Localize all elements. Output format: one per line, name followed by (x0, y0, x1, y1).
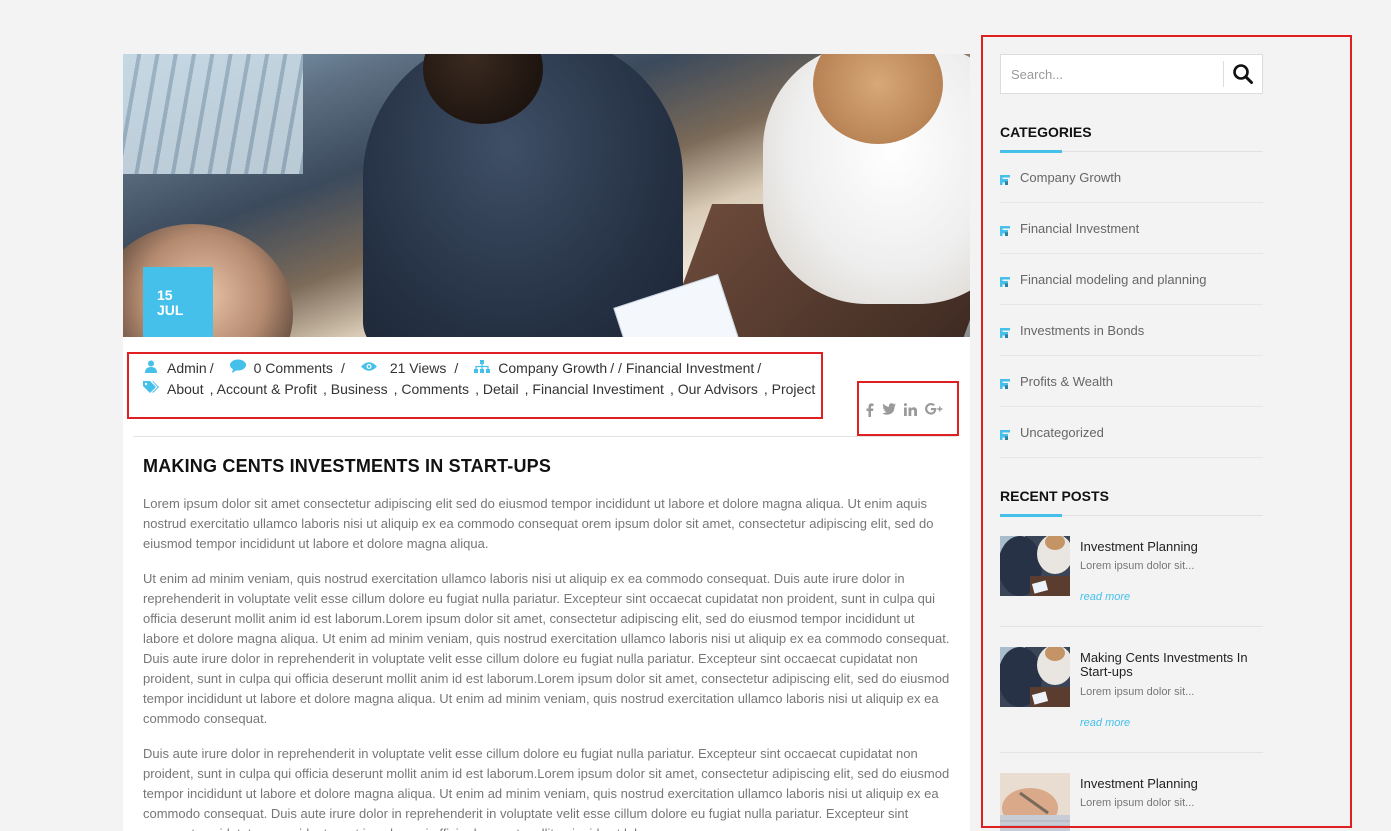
annotation-box-meta (127, 352, 823, 419)
date-badge: 15 JUL (143, 267, 213, 337)
annotation-box-sidebar (981, 35, 1352, 828)
post-paragraph: Duis aute irure dolor in reprehenderit i… (143, 746, 950, 831)
post-paragraph: Lorem ipsum dolor sit amet consectetur a… (143, 496, 934, 551)
meta-divider (133, 436, 957, 437)
window-blinds (123, 54, 303, 174)
featured-image[interactable]: 15 JUL (123, 54, 970, 337)
date-day: 15 (157, 287, 173, 303)
post-paragraph: Ut enim ad minim veniam, quis nostrud ex… (143, 571, 950, 726)
date-month: JUL (157, 302, 184, 318)
annotation-box-social (857, 381, 959, 436)
post-title: MAKING CENTS INVESTMENTS IN START-UPS (143, 456, 552, 476)
